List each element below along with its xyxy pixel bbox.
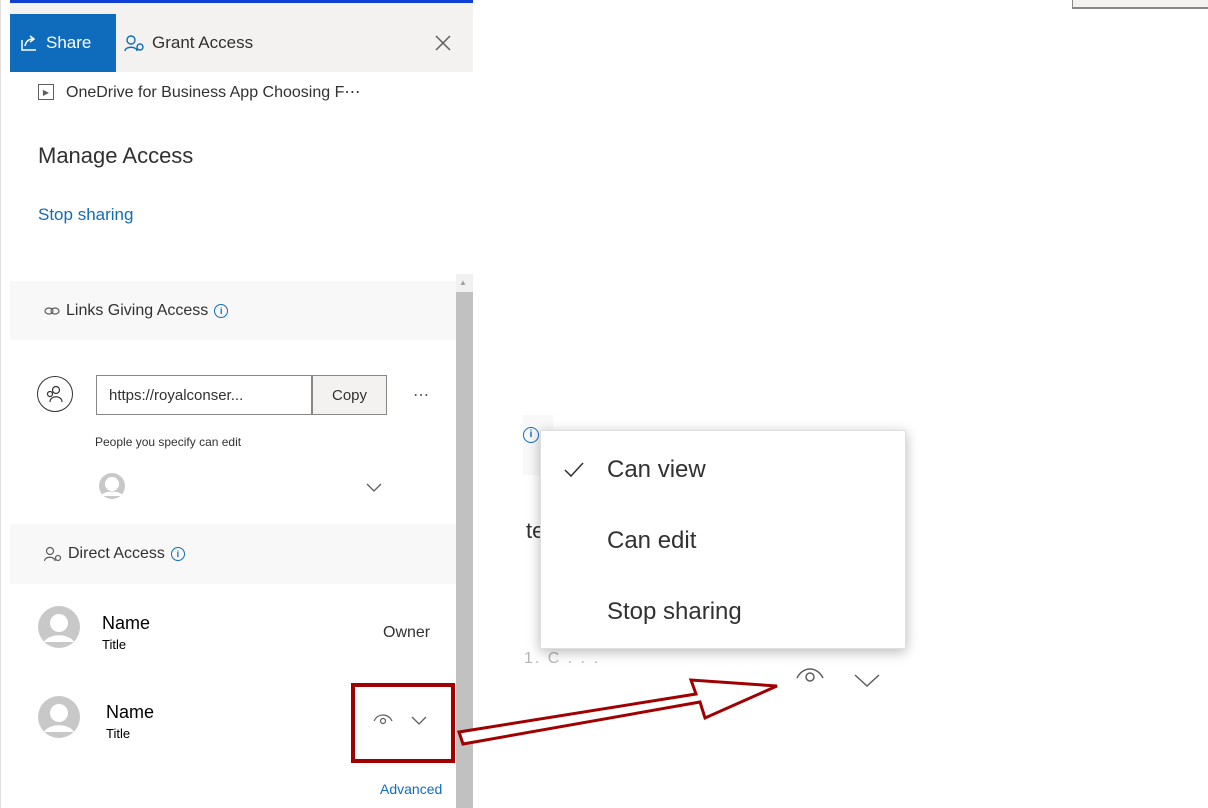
permission-dropdown-menu: Can view Can edit Stop sharing (540, 430, 906, 649)
more-options-button[interactable]: ⋯ (413, 385, 430, 405)
person-title: Title (106, 726, 131, 741)
people-icon (44, 546, 62, 562)
close-icon (435, 35, 451, 51)
file-name: OneDrive for Business App Choosing F⋯ (66, 84, 361, 101)
file-row: ▶ OneDrive for Business App Choosing F⋯ (38, 82, 360, 102)
close-button[interactable] (430, 30, 456, 56)
direct-access-header: Direct Access i (10, 524, 458, 584)
chevron-down-icon (854, 674, 880, 693)
highlight-box (351, 683, 455, 763)
tab-grant-access-label: Grant Access (152, 33, 254, 52)
person-title: Title (102, 637, 127, 652)
links-header-label: Links Giving Access (66, 301, 209, 319)
links-giving-access-header: Links Giving Access i (10, 281, 458, 340)
avatar (37, 695, 81, 739)
avatar (96, 470, 128, 502)
grant-access-icon (124, 35, 144, 52)
menu-item-can-edit[interactable]: Can edit (541, 506, 905, 576)
advanced-link[interactable]: Advanced (380, 781, 442, 797)
callout-arrow (457, 678, 778, 746)
direct-header-label: Direct Access (68, 545, 165, 562)
callout-name-fragment: 1. C . . . (524, 650, 601, 667)
tab-share[interactable]: Share (10, 14, 116, 72)
owner-role-label: Owner (383, 624, 431, 641)
menu-item-label: Stop sharing (607, 598, 742, 625)
info-icon: i (523, 424, 539, 443)
people-link-icon (37, 376, 73, 412)
person-name: Name (106, 702, 155, 722)
share-link-url-field[interactable]: https://royalconser... (96, 375, 312, 415)
info-icon[interactable]: i (170, 547, 185, 561)
copy-link-button[interactable]: Copy (312, 375, 387, 415)
scroll-up-arrow[interactable]: ▲ (459, 278, 467, 287)
link-expand-chevron[interactable] (366, 480, 382, 498)
panel-title: Manage Access (38, 143, 194, 168)
stop-sharing-link[interactable]: Stop sharing (38, 205, 133, 225)
chevron-down-icon (366, 483, 382, 492)
tab-grant-access[interactable]: Grant Access (124, 14, 253, 72)
menu-item-label: Can view (607, 456, 706, 483)
video-file-icon: ▶ (38, 84, 54, 100)
share-icon (21, 35, 36, 51)
avatar (37, 605, 81, 649)
link-permission-description: People you specify can edit (95, 435, 242, 449)
menu-item-label: Can edit (607, 527, 697, 554)
tab-share-label: Share (46, 33, 92, 52)
window-corner-fragment (1072, 0, 1208, 9)
info-icon[interactable]: i (214, 303, 229, 318)
link-icon (44, 306, 60, 315)
person-name: Name (102, 613, 151, 633)
menu-item-stop-sharing[interactable]: Stop sharing (541, 577, 905, 647)
checkmark-icon (564, 462, 584, 478)
eye-icon (795, 664, 825, 689)
menu-item-can-view[interactable]: Can view (541, 435, 905, 505)
